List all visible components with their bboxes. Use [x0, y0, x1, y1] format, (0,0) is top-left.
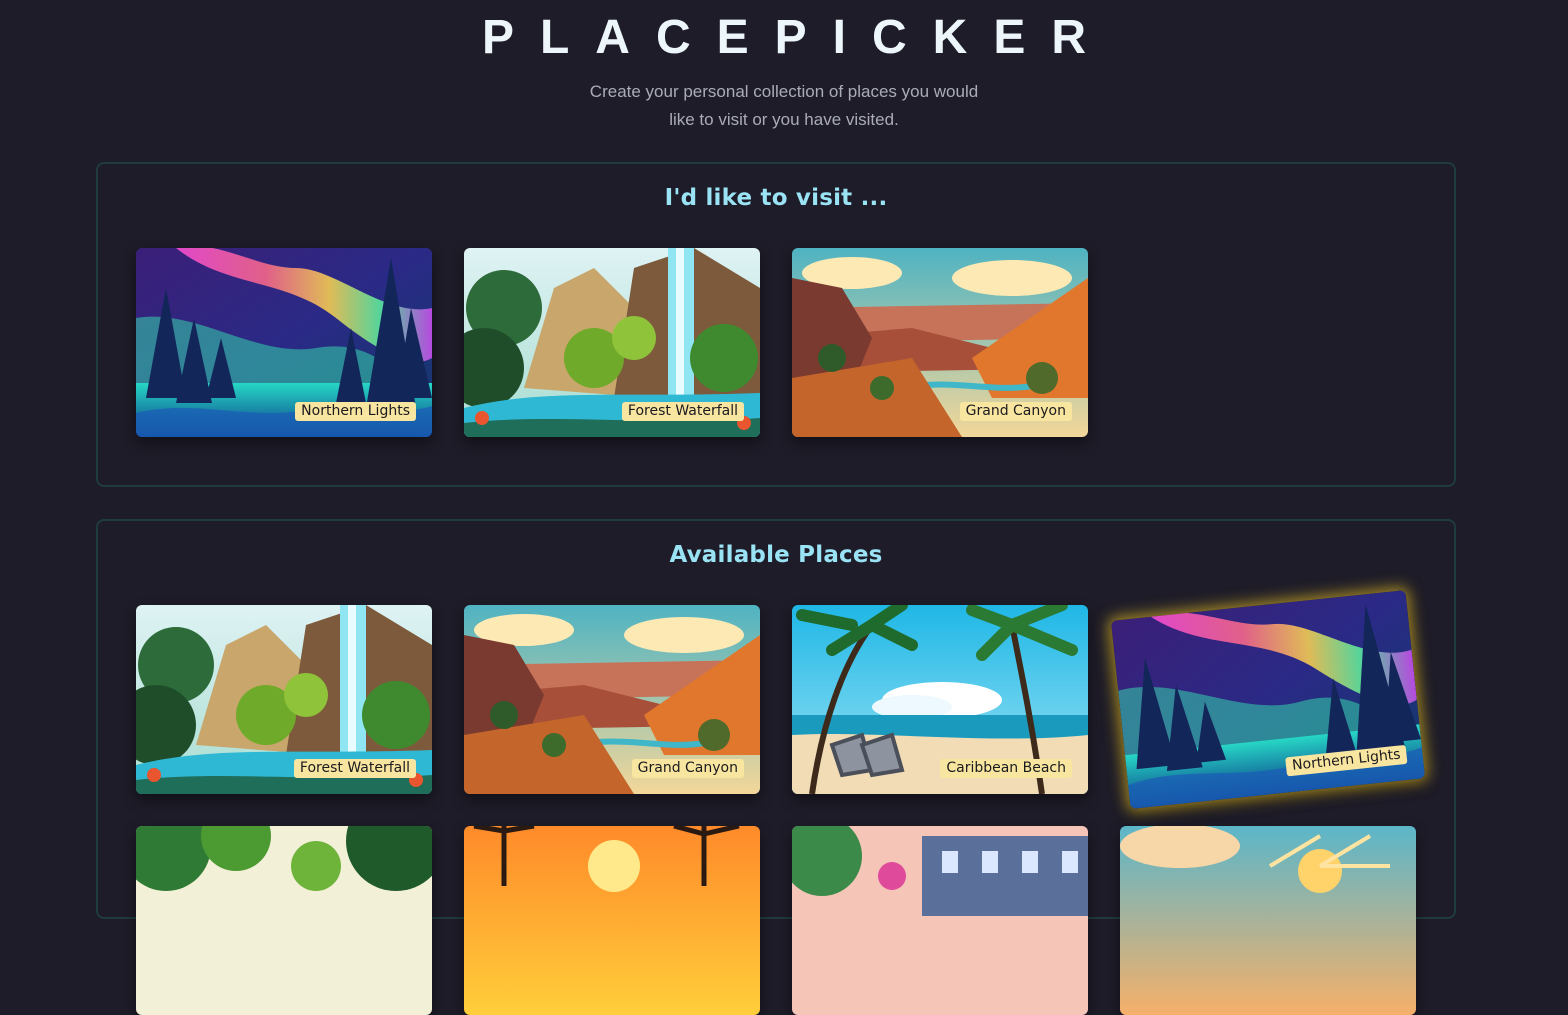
place-label: Grand Canyon — [631, 759, 744, 778]
place-label: Forest Waterfall — [621, 402, 744, 421]
app-title: PLACEPICKER — [481, 11, 1113, 64]
available-place-card[interactable] — [464, 826, 760, 1015]
available-place-card[interactable] — [136, 826, 432, 1015]
app-subtitle: Create your personal collection of place… — [589, 82, 979, 129]
place-label: Northern Lights — [295, 402, 416, 421]
place-label: Grand Canyon — [959, 402, 1072, 421]
visit-place-card[interactable]: Northern Lights — [136, 248, 432, 437]
place-image — [1120, 826, 1416, 1015]
available-place-card[interactable]: Forest Waterfall — [136, 605, 432, 794]
place-label: Forest Waterfall — [293, 759, 416, 778]
place-image — [792, 826, 1088, 1015]
place-image — [464, 826, 760, 1015]
available-place-card[interactable] — [792, 826, 1088, 1015]
visit-section: I'd like to visit ... Northern Lights Fo… — [96, 162, 1456, 487]
available-place-card[interactable]: Caribbean Beach — [792, 605, 1088, 794]
visit-place-card[interactable]: Grand Canyon — [792, 248, 1088, 437]
place-image — [1110, 590, 1426, 809]
available-places-section: Available Places Forest Waterfall Grand … — [96, 519, 1456, 1015]
page-header: PLACEPICKER Create your personal collect… — [0, 0, 1568, 162]
place-label: Caribbean Beach — [940, 759, 1072, 778]
place-image — [136, 826, 432, 1015]
available-section-title: Available Places — [669, 542, 883, 568]
available-place-card[interactable]: Northern Lights — [1110, 590, 1426, 809]
available-place-card[interactable] — [1120, 826, 1416, 1015]
visit-section-title: I'd like to visit ... — [664, 185, 888, 211]
visit-place-card[interactable]: Forest Waterfall — [464, 248, 760, 437]
available-place-card[interactable]: Grand Canyon — [464, 605, 760, 794]
